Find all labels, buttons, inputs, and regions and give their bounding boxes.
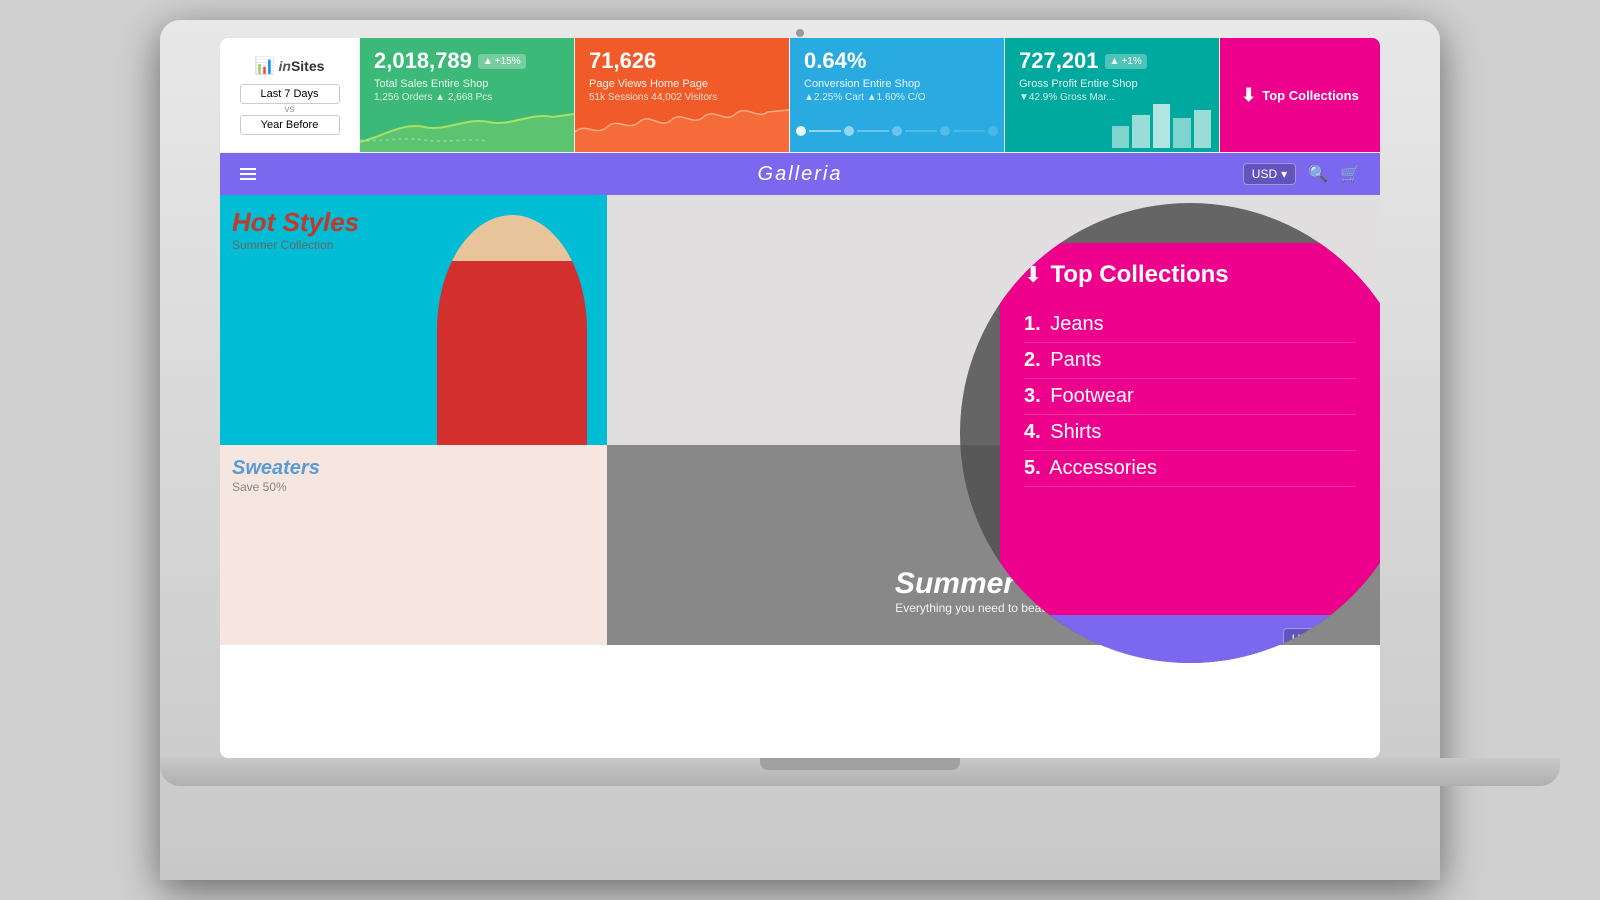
hamburger-menu[interactable] [240,168,256,180]
total-sales-card: 2,018,789 ▲+15% Total Sales Entire Shop … [360,38,575,152]
sweaters-subtitle: Save 50% [232,480,320,494]
conversion-card: 0.64% Conversion Entire Shop ▲2.25% Cart… [790,38,1005,152]
vs-label: vs [285,104,295,115]
list-item: 3. Footwear [1024,379,1356,415]
tc-header: ⬇ Top Collections [1024,261,1356,289]
top-collections-button[interactable]: ⬇ Top Collections [1220,38,1380,152]
chart-icon: 📊 [255,56,275,76]
total-sales-label: Total Sales Entire Shop [374,78,560,90]
tc-list: 1. Jeans 2. Pants 3. Footwear [1024,307,1356,487]
tc-title: Top Collections [1050,261,1228,289]
sweaters-title: Sweaters [232,457,320,480]
store-title: Galleria [758,163,843,186]
page-views-card: 71,626 Page Views Home Page 51k Sessions… [575,38,790,152]
gross-profit-card: 727,201 ▲+1% Gross Profit Entire Shop ▼4… [1005,38,1220,152]
list-item: 2. Pants [1024,343,1356,379]
list-item: 5. Accessories [1024,451,1356,487]
collection-footwear: Footwear [1050,385,1133,407]
gross-profit-label: Gross Profit Entire Shop [1019,78,1205,90]
cart-icon[interactable]: 🛒 [1340,164,1360,184]
hot-styles-label: Hot Styles Summer Collection [220,195,371,264]
insites-logo-section: 📊 inSites Last 7 Days vs Year Before [220,38,360,152]
gross-profit-value: 727,201 [1019,48,1099,74]
search-icon[interactable]: 🔍 [1308,164,1328,184]
list-item: 1. Jeans [1024,307,1356,343]
analytics-bar: 📊 inSites Last 7 Days vs Year Before 2,0… [220,38,1380,153]
hot-styles-title: Hot Styles [232,207,359,238]
laptop-frame: 📊 inSites Last 7 Days vs Year Before 2,0… [160,20,1440,880]
year-before-button[interactable]: Year Before [240,115,340,135]
conversion-value: 0.64% [804,48,866,74]
gross-profit-badge: ▲+1% [1105,54,1147,69]
top-collections-panel: ⬇ Top Collections 1. Jeans 2. P [1000,243,1380,623]
nav-right: USD ▾ 🔍 🛒 [1243,163,1360,185]
collection-accessories: Accessories [1049,457,1157,479]
conversion-sub: ▲2.25% Cart ▲1.60% C/O [804,92,990,103]
total-sales-badge: ▲+15% [478,54,526,69]
mag-nav: USD▾ 🔍 🛒 [1000,615,1380,623]
store-navbar: Galleria USD ▾ 🔍 🛒 [220,153,1380,195]
list-item: 4. Shirts [1024,415,1356,451]
hot-styles-subtitle: Summer Collection [232,238,359,252]
sweaters-label: Sweaters Save 50% [220,445,332,506]
laptop-base [160,758,1560,786]
laptop-screen: 📊 inSites Last 7 Days vs Year Before 2,0… [220,38,1380,758]
collection-pants: Pants [1050,349,1101,371]
page-views-label: Page Views Home Page [589,78,775,90]
logo-brand: 📊 inSites [255,56,325,76]
page-views-value: 71,626 [589,48,656,74]
collection-jeans: Jeans [1050,313,1103,335]
logo-text: inSites [279,58,325,74]
currency-dropdown[interactable]: USD ▾ [1243,163,1296,185]
last-days-button[interactable]: Last 7 Days [240,84,340,104]
top-collections-btn-label: Top Collections [1262,88,1359,103]
store-site: Galleria USD ▾ 🔍 🛒 [220,153,1380,758]
screen-content: 📊 inSites Last 7 Days vs Year Before 2,0… [220,38,1380,758]
hot-styles-banner: Hot Styles Summer Collection [220,195,607,445]
sweaters-banner: Sweaters Save 50% [220,445,607,645]
total-sales-value: 2,018,789 [374,48,472,74]
magnifier-inner: ⬇ Top Collections 1. Jeans 2. P [1000,243,1380,623]
collection-shirts: Shirts [1050,421,1101,443]
conversion-label: Conversion Entire Shop [804,78,990,90]
